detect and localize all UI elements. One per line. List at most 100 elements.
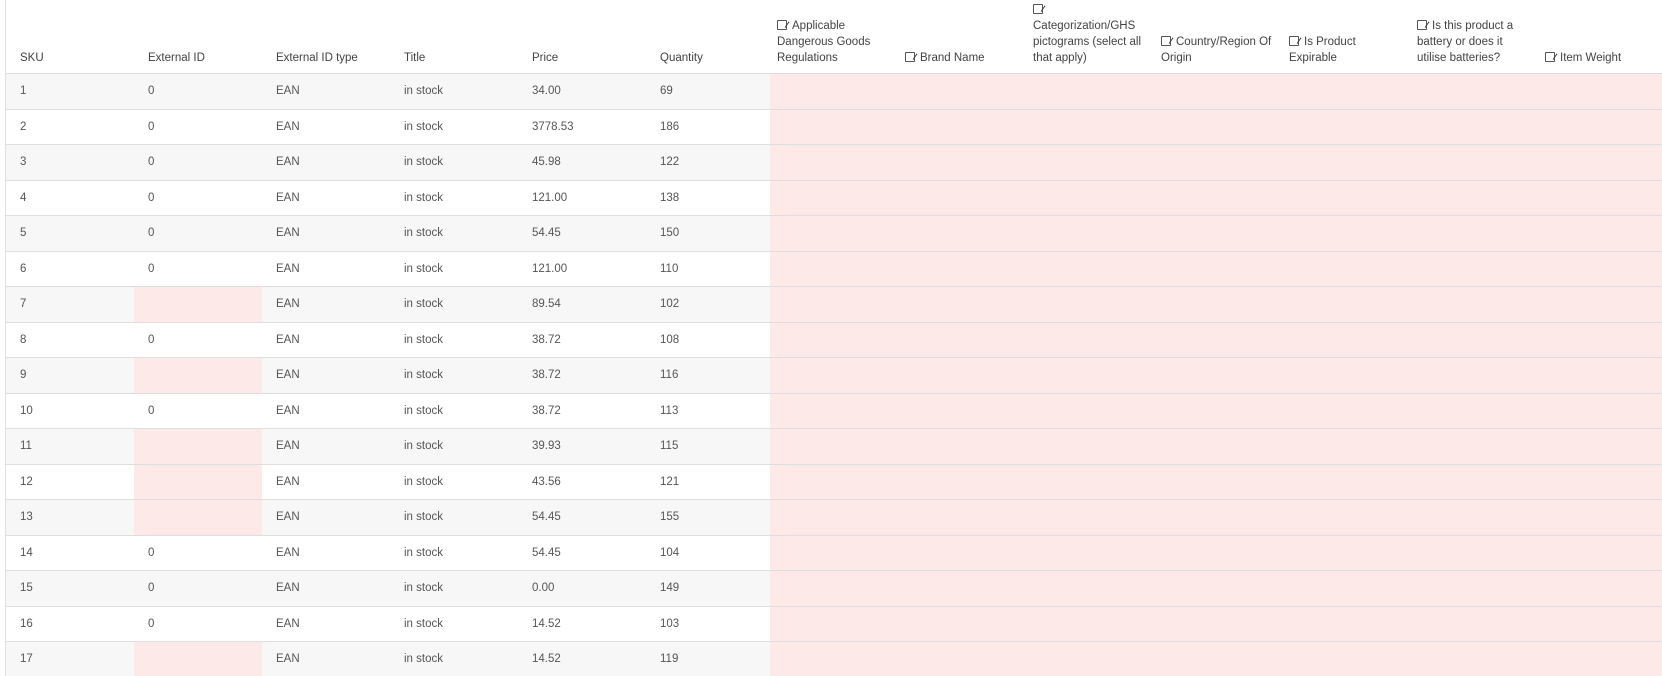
cell-title[interactable]: in stock: [390, 394, 518, 429]
cell-external-id[interactable]: 0: [134, 252, 262, 287]
cell-quantity[interactable]: 115: [646, 429, 770, 464]
cell-sku[interactable]: 3: [6, 145, 134, 180]
cell-external-id-type[interactable]: EAN: [262, 536, 390, 571]
cell-quantity[interactable]: 104: [646, 536, 770, 571]
cell-sku[interactable]: 13: [6, 500, 134, 535]
table-row[interactable]: 6 0 EAN in stock 121.00 110: [6, 251, 1662, 287]
cell-external-id-type[interactable]: EAN: [262, 110, 390, 145]
cell-price[interactable]: 14.52: [518, 642, 646, 676]
checkbox-edit-icon[interactable]: [1289, 36, 1299, 46]
column-header-product-expirable[interactable]: Is Product Expirable: [1275, 34, 1403, 66]
missing-attributes-cells[interactable]: [770, 74, 1662, 109]
checkbox-edit-icon[interactable]: [1161, 36, 1171, 46]
cell-price[interactable]: 43.56: [518, 465, 646, 500]
missing-attributes-cells[interactable]: [770, 393, 1662, 428]
cell-price[interactable]: 38.72: [518, 358, 646, 393]
cell-price[interactable]: 54.45: [518, 500, 646, 535]
cell-quantity[interactable]: 69: [646, 74, 770, 109]
missing-attributes-cells[interactable]: [770, 287, 1662, 322]
cell-title[interactable]: in stock: [390, 323, 518, 358]
cell-sku[interactable]: 14: [6, 536, 134, 571]
cell-price[interactable]: 54.45: [518, 216, 646, 251]
cell-title[interactable]: in stock: [390, 216, 518, 251]
cell-external-id[interactable]: 0: [134, 571, 262, 606]
cell-external-id[interactable]: 0: [134, 394, 262, 429]
cell-title[interactable]: in stock: [390, 571, 518, 606]
cell-external-id[interactable]: 0: [134, 110, 262, 145]
cell-price[interactable]: 54.45: [518, 536, 646, 571]
checkbox-edit-icon[interactable]: [1417, 20, 1427, 30]
cell-external-id[interactable]: 0: [134, 536, 262, 571]
cell-title[interactable]: in stock: [390, 145, 518, 180]
table-row[interactable]: 15 0 EAN in stock 0.00 149: [6, 571, 1662, 607]
column-header-title[interactable]: Title: [390, 50, 518, 66]
missing-attributes-cells[interactable]: [770, 109, 1662, 144]
cell-quantity[interactable]: 110: [646, 252, 770, 287]
cell-title[interactable]: in stock: [390, 500, 518, 535]
cell-external-id-type[interactable]: EAN: [262, 429, 390, 464]
cell-external-id-type[interactable]: EAN: [262, 216, 390, 251]
cell-title[interactable]: in stock: [390, 110, 518, 145]
table-row[interactable]: 16 0 EAN in stock 14.52 103: [6, 606, 1662, 642]
table-row[interactable]: 1 0 EAN in stock 34.00 69: [6, 74, 1662, 110]
column-header-item-weight[interactable]: Item Weight: [1531, 50, 1662, 66]
cell-title[interactable]: in stock: [390, 181, 518, 216]
missing-attributes-cells[interactable]: [770, 251, 1662, 286]
cell-sku[interactable]: 12: [6, 465, 134, 500]
column-header-ghs-pictograms[interactable]: Categorization/GHS pictograms (select al…: [1019, 2, 1147, 66]
cell-external-id-type[interactable]: EAN: [262, 500, 390, 535]
cell-price[interactable]: 39.93: [518, 429, 646, 464]
cell-external-id-type[interactable]: EAN: [262, 145, 390, 180]
cell-quantity[interactable]: 138: [646, 181, 770, 216]
cell-title[interactable]: in stock: [390, 642, 518, 676]
cell-external-id[interactable]: 0: [134, 216, 262, 251]
cell-price[interactable]: 14.52: [518, 607, 646, 642]
checkbox-edit-icon[interactable]: [1033, 4, 1043, 14]
missing-attributes-cells[interactable]: [770, 322, 1662, 357]
cell-sku[interactable]: 6: [6, 252, 134, 287]
cell-quantity[interactable]: 150: [646, 216, 770, 251]
cell-price[interactable]: 38.72: [518, 394, 646, 429]
missing-attributes-cells[interactable]: [770, 535, 1662, 570]
cell-sku[interactable]: 9: [6, 358, 134, 393]
cell-sku[interactable]: 17: [6, 642, 134, 676]
table-row[interactable]: 3 0 EAN in stock 45.98 122: [6, 145, 1662, 181]
cell-external-id[interactable]: [134, 464, 262, 499]
missing-attributes-cells[interactable]: [770, 642, 1662, 676]
cell-quantity[interactable]: 121: [646, 465, 770, 500]
cell-external-id-type[interactable]: EAN: [262, 571, 390, 606]
cell-sku[interactable]: 7: [6, 287, 134, 322]
table-row[interactable]: 11 EAN in stock 39.93 115: [6, 429, 1662, 465]
cell-external-id-type[interactable]: EAN: [262, 642, 390, 676]
cell-external-id-type[interactable]: EAN: [262, 74, 390, 109]
cell-price[interactable]: 34.00: [518, 74, 646, 109]
column-header-country-of-origin[interactable]: Country/Region Of Origin: [1147, 34, 1275, 66]
column-header-external-id[interactable]: External ID: [134, 50, 262, 66]
cell-title[interactable]: in stock: [390, 358, 518, 393]
cell-sku[interactable]: 1: [6, 74, 134, 109]
cell-external-id[interactable]: [134, 358, 262, 393]
cell-quantity[interactable]: 116: [646, 358, 770, 393]
cell-quantity[interactable]: 186: [646, 110, 770, 145]
table-row[interactable]: 5 0 EAN in stock 54.45 150: [6, 216, 1662, 252]
missing-attributes-cells[interactable]: [770, 358, 1662, 393]
column-header-sku[interactable]: SKU: [6, 50, 134, 66]
cell-external-id[interactable]: [134, 642, 262, 676]
missing-attributes-cells[interactable]: [770, 464, 1662, 499]
table-row[interactable]: 7 EAN in stock 89.54 102: [6, 287, 1662, 323]
table-row[interactable]: 13 EAN in stock 54.45 155: [6, 500, 1662, 536]
cell-sku[interactable]: 2: [6, 110, 134, 145]
cell-sku[interactable]: 16: [6, 607, 134, 642]
cell-sku[interactable]: 8: [6, 323, 134, 358]
missing-attributes-cells[interactable]: [770, 180, 1662, 215]
cell-title[interactable]: in stock: [390, 465, 518, 500]
cell-external-id-type[interactable]: EAN: [262, 181, 390, 216]
column-header-external-id-type[interactable]: External ID type: [262, 50, 390, 66]
cell-external-id-type[interactable]: EAN: [262, 394, 390, 429]
cell-external-id-type[interactable]: EAN: [262, 287, 390, 322]
cell-price[interactable]: 121.00: [518, 252, 646, 287]
cell-sku[interactable]: 10: [6, 394, 134, 429]
missing-attributes-cells[interactable]: [770, 429, 1662, 464]
cell-title[interactable]: in stock: [390, 74, 518, 109]
checkbox-edit-icon[interactable]: [905, 52, 915, 62]
